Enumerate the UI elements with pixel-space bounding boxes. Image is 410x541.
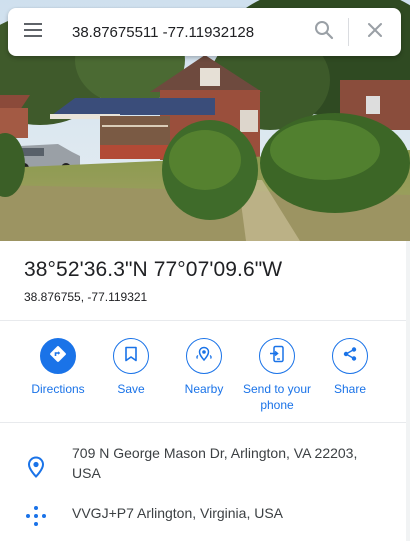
- share-icon: [342, 346, 358, 367]
- send-to-phone-circle: [259, 338, 295, 374]
- share-circle: [332, 338, 368, 374]
- close-button[interactable]: [349, 8, 401, 56]
- bookmark-icon: [124, 346, 138, 367]
- directions-label: Directions: [31, 382, 85, 396]
- address-text: 709 N George Mason Dr, Arlington, VA 222…: [72, 445, 358, 481]
- search-input[interactable]: [58, 8, 300, 56]
- send-to-phone-label: Send to your phone: [242, 382, 312, 412]
- send-to-phone-button[interactable]: Send to your phone: [237, 338, 317, 413]
- nearby-circle: [186, 338, 222, 374]
- action-bar: Directions Save Nearby Send to your phon…: [0, 338, 410, 418]
- location-pin-icon: [24, 455, 48, 479]
- save-button[interactable]: Save: [91, 338, 171, 397]
- address-row[interactable]: 709 N George Mason Dr, Arlington, VA 222…: [0, 443, 406, 489]
- nearby-icon: [195, 345, 213, 368]
- plus-code-text: VVGJ+P7 Arlington, Virginia, USA: [72, 505, 284, 521]
- scrollbar-track[interactable]: [406, 241, 410, 541]
- divider: [0, 320, 406, 321]
- send-to-phone-icon: [269, 345, 285, 368]
- close-icon: [367, 22, 383, 43]
- nearby-label: Nearby: [184, 382, 224, 396]
- search-box: [8, 8, 401, 56]
- divider: [0, 422, 406, 423]
- share-button[interactable]: Share: [310, 338, 390, 397]
- plus-code-icon: [24, 504, 48, 528]
- save-circle: [113, 338, 149, 374]
- search-icon: [314, 20, 334, 45]
- directions-icon: [49, 345, 67, 368]
- plus-code-row[interactable]: VVGJ+P7 Arlington, Virginia, USA: [0, 503, 406, 529]
- share-label: Share: [333, 382, 367, 396]
- place-decimal-coordinates: 38.876755, -77.119321: [24, 290, 148, 304]
- directions-button[interactable]: Directions: [18, 338, 98, 397]
- nearby-button[interactable]: Nearby: [164, 338, 244, 397]
- place-title: 38°52'36.3"N 77°07'09.6"W: [24, 258, 283, 281]
- hamburger-menu-icon: [23, 22, 43, 43]
- search-button[interactable]: [300, 8, 348, 56]
- save-label: Save: [117, 382, 145, 396]
- menu-button[interactable]: [8, 8, 58, 56]
- directions-circle: [40, 338, 76, 374]
